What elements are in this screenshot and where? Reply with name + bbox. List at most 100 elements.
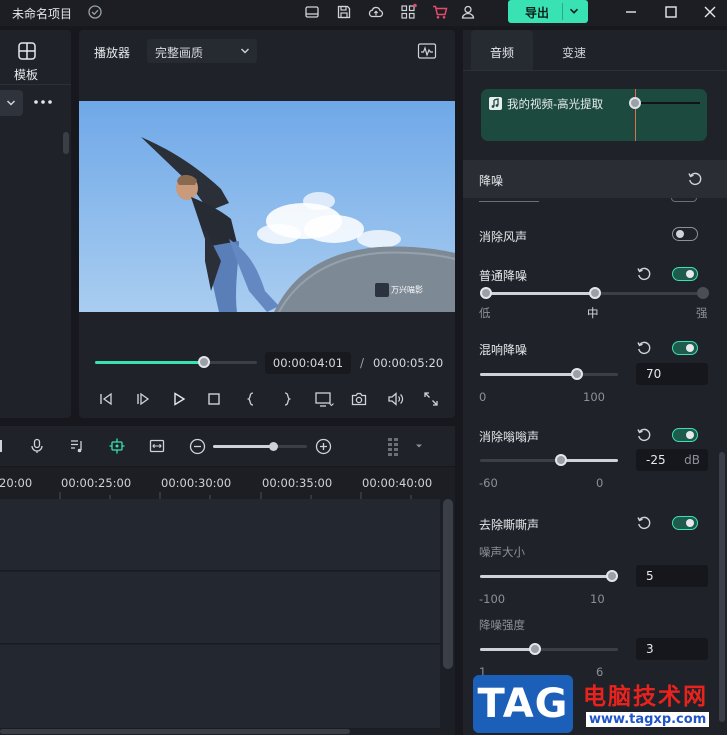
tab-divider bbox=[463, 70, 727, 71]
tab-templates[interactable]: 模板 bbox=[0, 30, 71, 85]
hum-value-input[interactable]: -25 dB bbox=[636, 449, 708, 471]
time-separator: / bbox=[360, 356, 365, 370]
user-account-icon[interactable] bbox=[459, 3, 477, 21]
denoise-strength-value: 3 bbox=[646, 642, 654, 656]
reverb-denoise-label: 混响降噪 bbox=[479, 343, 528, 357]
mark-out-icon[interactable] bbox=[278, 390, 296, 408]
microphone-icon[interactable] bbox=[28, 437, 46, 455]
audio-clip-handle[interactable] bbox=[629, 97, 641, 109]
tick-label: 低 bbox=[479, 306, 491, 320]
shopping-cart-icon[interactable] bbox=[431, 3, 449, 21]
reset-icon[interactable] bbox=[636, 427, 652, 443]
properties-panel: 音频 变速 我的视频-高光提取 降噪 消除风声 普通降噪 低 中 强 混响降噪 bbox=[463, 30, 727, 735]
reverb-value: 70 bbox=[646, 367, 662, 381]
maximize-icon[interactable] bbox=[662, 3, 680, 21]
export-button[interactable]: 导出 bbox=[508, 0, 588, 23]
timeline-track[interactable] bbox=[0, 499, 440, 571]
quality-select[interactable]: 完整画质 bbox=[147, 39, 257, 63]
playback-progress-handle[interactable] bbox=[197, 356, 210, 368]
zoom-in-icon[interactable] bbox=[315, 438, 332, 455]
brand-logo-icon bbox=[375, 283, 389, 297]
properties-scrollbar[interactable] bbox=[719, 452, 725, 722]
hum-slider-fill bbox=[560, 459, 618, 462]
reverb-denoise-toggle[interactable] bbox=[672, 341, 698, 355]
title-bar: 未命名项目 导出 bbox=[0, 0, 727, 26]
timeline-track[interactable] bbox=[0, 645, 440, 729]
toggle-knob bbox=[686, 518, 694, 527]
tab-templates-label: 模板 bbox=[14, 68, 39, 82]
toolbar-edge-icon bbox=[0, 440, 2, 452]
chevron-down-icon[interactable] bbox=[414, 441, 424, 451]
current-time: 00:00:04:01 bbox=[265, 352, 351, 374]
timeline-ruler[interactable]: 20:00 00:00:25:00 00:00:30:00 00:00:35:0… bbox=[0, 467, 455, 499]
partial-toggle-hidden bbox=[671, 198, 697, 202]
mark-in-icon[interactable] bbox=[242, 390, 260, 408]
reverb-value-input[interactable]: 70 bbox=[636, 363, 708, 385]
playback-progress-fill bbox=[95, 361, 204, 364]
ai-audio-sync-icon[interactable] bbox=[108, 437, 126, 455]
normal-denoise-toggle[interactable] bbox=[672, 267, 698, 281]
reset-icon[interactable] bbox=[636, 515, 652, 531]
denoise-strength-value-input[interactable]: 3 bbox=[636, 638, 708, 660]
display-settings-icon[interactable] bbox=[314, 390, 334, 408]
normal-denoise-handle[interactable] bbox=[588, 287, 601, 299]
remove-hum-toggle[interactable] bbox=[672, 428, 698, 442]
fit-to-timeline-icon[interactable] bbox=[148, 437, 166, 455]
layout-icon[interactable] bbox=[303, 3, 321, 21]
noise-size-value-input[interactable]: 5 bbox=[636, 565, 708, 587]
hum-slider-handle[interactable] bbox=[554, 454, 567, 466]
toggle-knob bbox=[686, 343, 694, 352]
denoise-section-header[interactable]: 降噪 bbox=[463, 160, 727, 198]
music-note-icon bbox=[489, 97, 502, 110]
more-options-icon[interactable] bbox=[33, 98, 53, 106]
reset-icon[interactable] bbox=[636, 266, 652, 282]
filter-dropdown[interactable] bbox=[0, 90, 23, 116]
zoom-slider-handle[interactable] bbox=[268, 442, 278, 451]
cloud-upload-icon[interactable] bbox=[367, 3, 385, 21]
apps-grid-icon[interactable] bbox=[399, 3, 417, 21]
remove-hiss-toggle[interactable] bbox=[672, 516, 698, 530]
audio-waveform-icon[interactable] bbox=[417, 42, 437, 60]
video-preview[interactable]: 万兴喵影 bbox=[79, 101, 455, 312]
timeline-track[interactable] bbox=[0, 572, 440, 644]
project-title: 未命名项目 bbox=[12, 7, 73, 21]
tab-speed[interactable]: 变速 bbox=[543, 30, 605, 70]
cloud-sync-status-icon[interactable] bbox=[86, 3, 104, 21]
previous-frame-icon[interactable] bbox=[97, 390, 115, 408]
save-icon[interactable] bbox=[335, 3, 353, 21]
timeline-vertical-scrollbar[interactable] bbox=[443, 499, 453, 669]
noise-size-slider-fill bbox=[480, 575, 612, 578]
audio-clip-card[interactable]: 我的视频-高光提取 bbox=[481, 89, 707, 141]
close-icon[interactable] bbox=[701, 3, 719, 21]
remove-hum-label: 消除嗡嗡声 bbox=[479, 430, 540, 444]
reset-icon[interactable] bbox=[636, 340, 652, 356]
timeline-horizontal-scrollbar[interactable] bbox=[0, 729, 350, 734]
noise-size-label: 噪声大小 bbox=[479, 545, 525, 559]
left-media-panel: 模板 bbox=[0, 30, 71, 418]
track-layout-icon[interactable] bbox=[386, 436, 404, 456]
timeline-tracks[interactable] bbox=[0, 499, 455, 735]
music-track-icon[interactable] bbox=[68, 437, 86, 455]
noise-size-slider-handle[interactable] bbox=[605, 570, 618, 582]
stop-icon[interactable] bbox=[205, 390, 223, 408]
fullscreen-icon[interactable] bbox=[422, 390, 440, 408]
tab-audio[interactable]: 音频 bbox=[471, 30, 533, 70]
left-panel-scrollbar[interactable] bbox=[63, 132, 69, 154]
zoom-out-icon[interactable] bbox=[189, 438, 206, 455]
volume-icon[interactable] bbox=[386, 390, 404, 408]
minimize-icon[interactable] bbox=[622, 3, 640, 21]
remove-wind-toggle[interactable] bbox=[672, 227, 698, 241]
hum-unit: dB bbox=[684, 453, 700, 467]
reset-icon[interactable] bbox=[687, 171, 703, 187]
quality-select-value: 完整画质 bbox=[155, 46, 204, 60]
next-frame-icon[interactable] bbox=[134, 390, 152, 408]
normal-denoise-label: 普通降噪 bbox=[479, 269, 528, 283]
chevron-down-icon[interactable] bbox=[568, 5, 580, 17]
chevron-down-icon bbox=[239, 45, 251, 57]
snapshot-camera-icon[interactable] bbox=[350, 390, 368, 408]
reverb-slider-handle[interactable] bbox=[570, 368, 583, 380]
export-button-label: 导出 bbox=[525, 6, 550, 20]
denoise-strength-slider-handle[interactable] bbox=[529, 643, 542, 655]
play-icon[interactable] bbox=[170, 390, 188, 408]
watermark-site-name: 电脑技术网 bbox=[583, 684, 708, 710]
